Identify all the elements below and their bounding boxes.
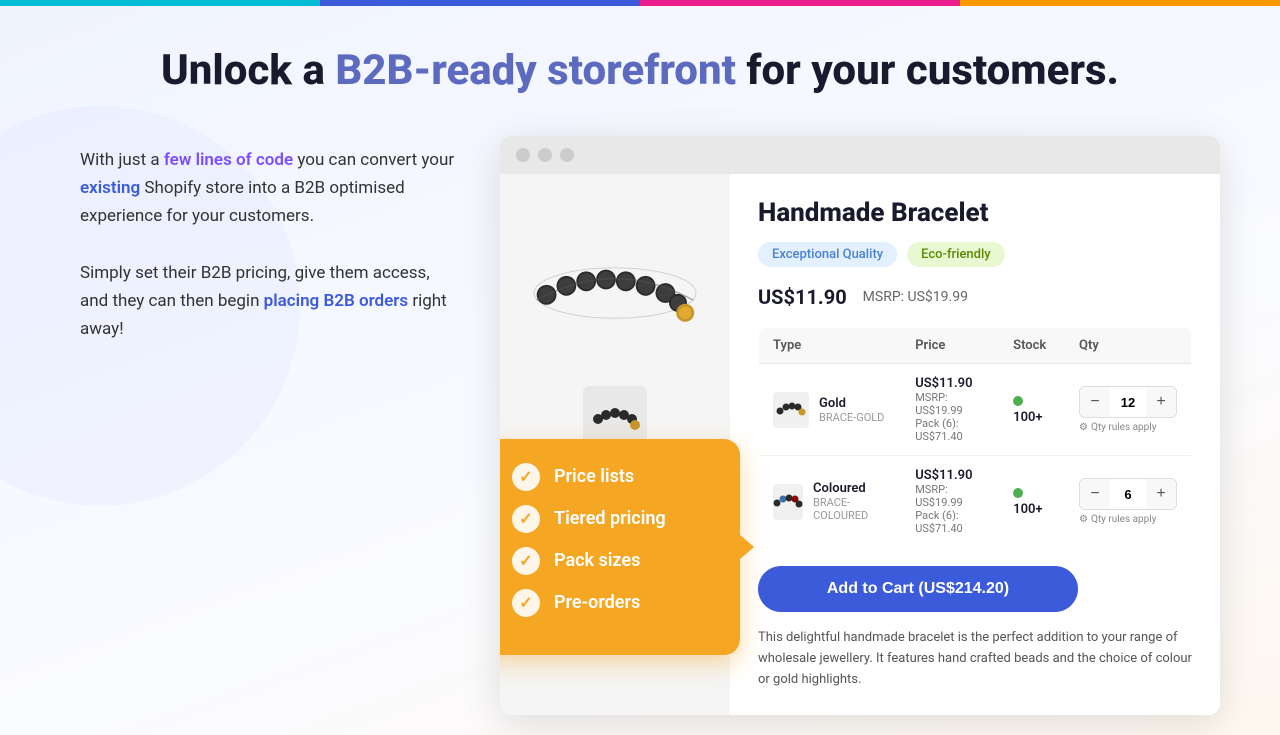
type-cell-gold: Gold BRACE-GOLD: [759, 364, 902, 456]
qty-cell-coloured: − + ⚙ Qty rules apply: [1065, 456, 1192, 548]
tag-exceptional-quality: Exceptional Quality: [758, 242, 897, 267]
feature-item-4: ✓ Pre-orders: [512, 589, 708, 617]
variant-msrp-gold: MSRP: US$19.99: [915, 391, 985, 417]
table-row: Gold BRACE-GOLD US$11.90 MSRP: US$19.99 …: [759, 364, 1192, 456]
table-row: Coloured BRACE-COLOURED US$11.90 MSRP: U…: [759, 456, 1192, 548]
variant-image-coloured: [773, 484, 803, 520]
intro-highlight2: existing: [80, 178, 140, 198]
stock-indicator-gold: [1013, 396, 1023, 406]
product-description: This delightful handmade bracelet is the…: [758, 628, 1192, 690]
stock-cell-coloured: 100+: [999, 456, 1065, 548]
intro-highlight1: few lines of code: [164, 150, 293, 170]
product-variants-table: Type Price Stock Qty: [758, 327, 1192, 548]
qty-stepper-coloured: − +: [1079, 478, 1177, 510]
price-cell-gold: US$11.90 MSRP: US$19.99 Pack (6): US$71.…: [901, 364, 999, 456]
qty-input-gold[interactable]: [1110, 387, 1146, 417]
product-price: US$11.90: [758, 285, 847, 309]
qty-decrease-coloured[interactable]: −: [1080, 479, 1110, 509]
qty-input-coloured[interactable]: [1110, 479, 1146, 509]
stock-indicator-coloured: [1013, 488, 1023, 498]
page-wrapper: Unlock a B2B-ready storefront for your c…: [0, 6, 1280, 735]
headline-section: Unlock a B2B-ready storefront for your c…: [0, 6, 1280, 116]
qty-rules-label-gold: Qty rules apply: [1091, 422, 1156, 433]
left-column: With just a few lines of code you can co…: [80, 136, 460, 342]
variant-pack-coloured: Pack (6): US$71.40: [915, 509, 985, 535]
check-icon-3: ✓: [512, 547, 540, 575]
type-cell-coloured: Coloured BRACE-COLOURED: [759, 456, 902, 548]
qty-increase-gold[interactable]: +: [1146, 387, 1176, 417]
variant-name-gold: Gold: [819, 396, 884, 411]
product-main-image: [515, 194, 715, 374]
secondary-paragraph: Simply set their B2B pricing, give them …: [80, 259, 460, 343]
feature-label-4: Pre-orders: [554, 592, 640, 613]
variant-image-gold: [773, 392, 809, 428]
qty-decrease-gold[interactable]: −: [1080, 387, 1110, 417]
variant-price-gold: US$11.90: [915, 376, 985, 391]
feature-label-2: Tiered pricing: [554, 508, 666, 529]
product-title: Handmade Bracelet: [758, 198, 1192, 228]
headline-highlight: B2B-ready storefront: [335, 46, 736, 95]
headline-suffix: for your customers.: [736, 46, 1119, 95]
variant-price-coloured: US$11.90: [915, 468, 985, 483]
browser-title-bar: [500, 136, 1220, 174]
variant-pack-gold: Pack (6): US$71.40: [915, 417, 985, 443]
stock-cell-gold: 100+: [999, 364, 1065, 456]
feature-item-1: ✓ Price lists: [512, 463, 708, 491]
qty-stepper-gold: − +: [1079, 386, 1177, 418]
feature-label-3: Pack sizes: [554, 550, 640, 571]
variant-sku-gold: BRACE-GOLD: [819, 411, 884, 424]
qty-rules-coloured: ⚙ Qty rules apply: [1079, 514, 1177, 525]
stock-value-coloured: 100+: [1013, 502, 1042, 517]
content-area: With just a few lines of code you can co…: [0, 116, 1280, 734]
qty-increase-coloured[interactable]: +: [1146, 479, 1176, 509]
product-msrp: MSRP: US$19.99: [863, 289, 968, 305]
product-detail-panel: Handmade Bracelet Exceptional Quality Ec…: [730, 174, 1220, 714]
browser-dot-2: [538, 148, 552, 162]
headline-prefix: Unlock a: [161, 46, 335, 95]
variant-sku-coloured: BRACE-COLOURED: [813, 496, 887, 522]
check-icon-4: ✓: [512, 589, 540, 617]
product-tags: Exceptional Quality Eco-friendly: [758, 242, 1192, 267]
product-image-panel: ✓ Price lists ✓ Tiered pricing: [500, 174, 730, 714]
browser-mockup: ✓ Price lists ✓ Tiered pricing: [500, 136, 1220, 714]
qty-rules-gold: ⚙ Qty rules apply: [1079, 422, 1177, 433]
feature-item-3: ✓ Pack sizes: [512, 547, 708, 575]
browser-dot-3: [560, 148, 574, 162]
tag-eco-friendly: Eco-friendly: [907, 242, 1005, 267]
intro-part1: With just a: [80, 150, 164, 170]
variant-name-coloured: Coloured: [813, 481, 887, 496]
table-header-qty: Qty: [1065, 328, 1192, 364]
main-headline: Unlock a B2B-ready storefront for your c…: [20, 46, 1260, 96]
variant-msrp-coloured: MSRP: US$19.99: [915, 483, 985, 509]
stock-value-gold: 100+: [1013, 410, 1042, 425]
qty-rules-label-coloured: Qty rules apply: [1091, 514, 1156, 525]
browser-dot-1: [516, 148, 530, 162]
check-icon-1: ✓: [512, 463, 540, 491]
feature-box: ✓ Price lists ✓ Tiered pricing: [500, 439, 740, 655]
add-to-cart-button[interactable]: Add to Cart (US$214.20): [758, 566, 1078, 612]
price-cell-coloured: US$11.90 MSRP: US$19.99 Pack (6): US$71.…: [901, 456, 999, 548]
intro-paragraph: With just a few lines of code you can co…: [80, 146, 460, 230]
feature-label-1: Price lists: [554, 466, 634, 487]
intro-part2: you can convert your: [293, 150, 454, 170]
browser-content: ✓ Price lists ✓ Tiered pricing: [500, 174, 1220, 714]
price-row: US$11.90 MSRP: US$19.99: [758, 285, 1192, 309]
table-header-stock: Stock: [999, 328, 1065, 364]
qty-cell-gold: − + ⚙ Qty rules apply: [1065, 364, 1192, 456]
feature-item-2: ✓ Tiered pricing: [512, 505, 708, 533]
check-icon-2: ✓: [512, 505, 540, 533]
secondary-highlight: placing B2B orders: [264, 291, 408, 311]
feature-box-arrow: [740, 535, 754, 559]
table-header-type: Type: [759, 328, 902, 364]
table-header-price: Price: [901, 328, 999, 364]
